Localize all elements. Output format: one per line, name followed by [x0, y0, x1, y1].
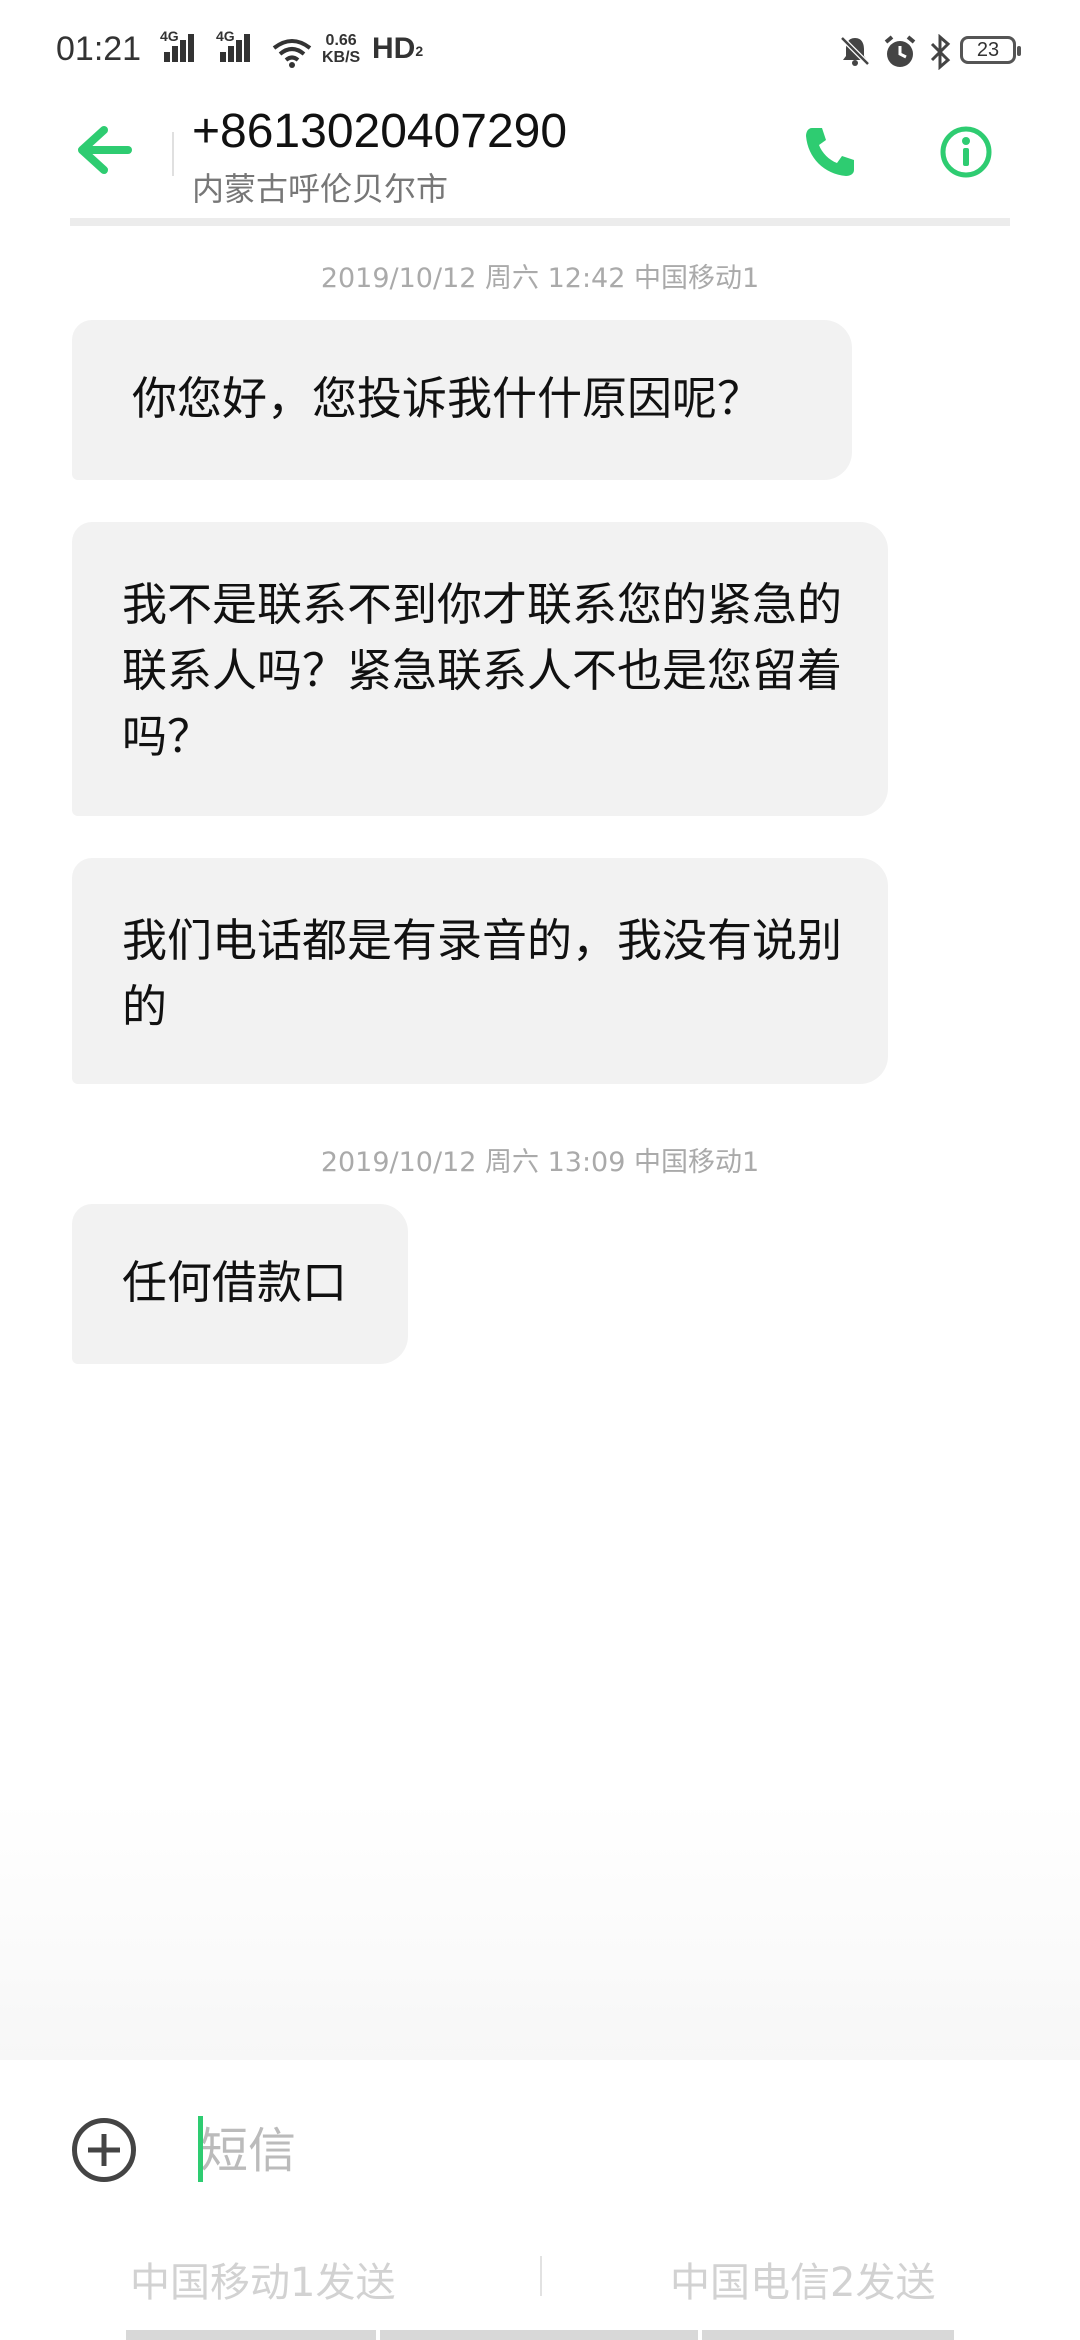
bluetooth-icon: [930, 34, 951, 70]
status-bar: 01:21 4G 4G 0.66 KB/S HD2 23: [0, 0, 1080, 100]
message-bubble[interactable]: 我们电话都是有录音的，我没有说别的: [72, 858, 888, 1084]
header-divider-line: [70, 218, 1010, 226]
send-sim2-button[interactable]: 中国电信2发送: [670, 2250, 935, 2308]
conversation-header: +8613020407290 内蒙古呼伦贝尔市: [0, 100, 1080, 226]
back-arrow-icon[interactable]: [70, 120, 140, 180]
battery-level: 23: [976, 38, 1000, 61]
message-timestamp: 2019/10/12 周六 12:42 中国移动1: [320, 263, 760, 294]
send-sim1-button[interactable]: 中国移动1发送: [130, 2250, 395, 2308]
wifi-icon: [272, 39, 312, 68]
composer-shadow: [0, 1800, 1080, 2060]
signal-sim2-icon: 4G: [216, 28, 256, 62]
message-timestamp: 2019/10/12 周六 13:09 中国移动1: [320, 1147, 760, 1178]
info-icon[interactable]: [938, 124, 994, 180]
mute-bell-icon: [840, 36, 870, 66]
message-text: 我不是联系不到你才联系您的紧急的联系人吗？紧急联系人不也是您留着吗？: [122, 578, 843, 763]
send-divider: [540, 2256, 542, 2296]
nav-bar-segment: [380, 2330, 698, 2340]
signal-sim1-icon: 4G: [160, 28, 200, 62]
message-text: 我们电话都是有录音的，我没有说别的: [122, 914, 843, 1033]
status-time: 01:21: [56, 30, 142, 68]
sms-input[interactable]: [200, 2116, 900, 2186]
add-attachment-icon[interactable]: [72, 2118, 136, 2182]
message-bubble[interactable]: 你您好，您投诉我什什原因呢？: [72, 320, 852, 480]
header-divider: [172, 132, 174, 176]
text-cursor: [198, 2116, 203, 2182]
nav-bar-segment: [702, 2330, 954, 2340]
contact-number[interactable]: +8613020407290: [192, 104, 567, 159]
contact-location: 内蒙古呼伦贝尔市: [192, 170, 449, 208]
hd-indicator: HD2: [372, 32, 424, 65]
alarm-clock-icon: [884, 35, 916, 67]
message-bubble[interactable]: 我不是联系不到你才联系您的紧急的联系人吗？紧急联系人不也是您留着吗？: [72, 522, 888, 816]
network-speed: 0.66 KB/S: [322, 32, 361, 66]
message-text: 你您好，您投诉我什什原因呢？: [132, 372, 763, 425]
nav-bar-segment: [126, 2330, 376, 2340]
message-text: 任何借款口: [122, 1256, 348, 1309]
message-bubble[interactable]: 任何借款口: [72, 1204, 408, 1364]
battery-icon: 23: [960, 36, 1021, 64]
phone-call-icon[interactable]: [800, 122, 860, 182]
message-composer: 中国移动1发送 中国电信2发送: [0, 2060, 1080, 2340]
